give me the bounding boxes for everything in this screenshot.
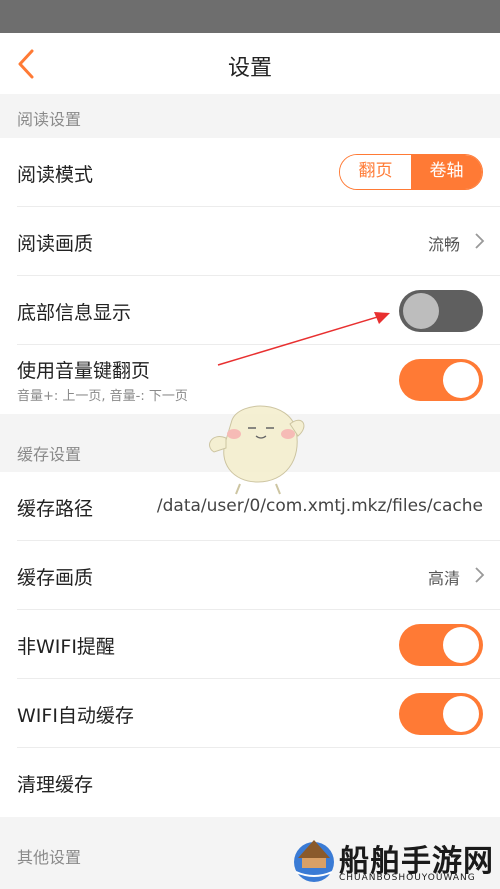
cache-path-row[interactable]: 缓存路径 /data/user/0/com.xmtj.mkz/files/cac… [0,472,500,541]
non-wifi-alert-row: 非WIFI提醒 [0,610,500,679]
section-label: 阅读设置 [17,110,82,129]
toggle-knob [443,696,479,732]
read-mode-label: 阅读模式 [17,164,94,186]
cache-path-label: 缓存路径 [17,498,94,520]
bottom-info-row: 底部信息显示 [0,276,500,345]
volume-keys-row: 使用音量键翻页 音量+: 上一页, 音量-: 下一页 [0,345,500,414]
read-quality-row[interactable]: 阅读画质 流畅 [0,207,500,276]
watermark-subtext: CHUANBOSHOUYOUWANG [339,873,476,883]
page-title: 设置 [227,56,272,81]
cache-quality-row[interactable]: 缓存画质 高清 [0,541,500,610]
clear-cache-row[interactable]: 清理缓存 [0,748,500,817]
non-wifi-alert-toggle[interactable] [399,624,483,666]
section-reading: 阅读设置 [0,94,500,138]
header: 设置 [0,33,500,94]
read-mode-option-page[interactable]: 翻页 [340,155,411,189]
wifi-auto-cache-toggle[interactable] [399,693,483,735]
cache-quality-label: 缓存画质 [17,567,94,589]
section-label: 缓存设置 [17,445,82,464]
cache-path-value: /data/user/0/com.xmtj.mkz/files/cache [156,496,483,516]
read-mode-row: 阅读模式 翻页 卷轴 [0,138,500,207]
toggle-knob [443,362,479,398]
read-quality-value: 流畅 [427,235,460,254]
status-bar [0,0,500,33]
read-mode-option-scroll[interactable]: 卷轴 [411,155,482,189]
section-label: 其他设置 [17,848,82,867]
wifi-auto-cache-label: WIFI自动缓存 [17,705,134,727]
bottom-info-label: 底部信息显示 [17,302,132,324]
cache-quality-value: 高清 [427,569,460,588]
volume-keys-toggle[interactable] [399,359,483,401]
volume-keys-hint: 音量+: 上一页, 音量-: 下一页 [17,389,188,404]
bottom-info-toggle[interactable] [399,290,483,332]
chevron-right-icon [475,233,485,249]
watermark-logo [294,840,334,882]
clear-cache-label: 清理缓存 [17,774,94,796]
read-mode-segmented-control: 翻页 卷轴 [339,154,483,190]
section-cache: 缓存设置 [0,414,500,472]
volume-keys-label: 使用音量键翻页 [17,360,151,382]
read-quality-label: 阅读画质 [17,233,94,255]
toggle-knob [443,627,479,663]
non-wifi-alert-label: 非WIFI提醒 [17,636,115,658]
wifi-auto-cache-row: WIFI自动缓存 [0,679,500,748]
toggle-knob [403,293,439,329]
chevron-right-icon [475,567,485,583]
